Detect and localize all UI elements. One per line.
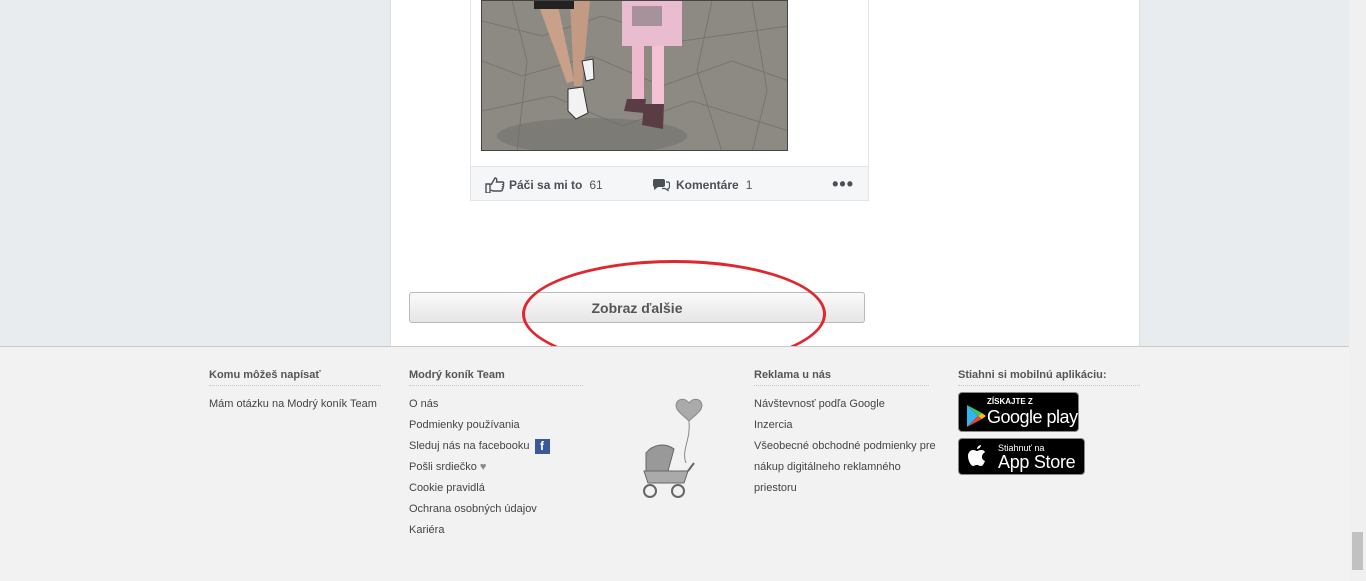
comment-icon (652, 179, 670, 192)
footer-link-facebook-label: Sleduj nás na facebooku (409, 440, 530, 452)
load-more-button[interactable]: Zobraz ďalšie (409, 292, 865, 323)
footer-link-traffic[interactable]: Návštevnosť podľa Google (754, 394, 929, 415)
footer-link-business-terms-3[interactable]: priestoru (754, 478, 929, 499)
stroller-balloon-icon (636, 395, 708, 508)
more-options-button[interactable]: ••• (832, 174, 854, 195)
footer-col-apps: Stiahni si mobilnú aplikáciu: (958, 369, 1140, 394)
comments-count: 1 (745, 177, 753, 192)
post-photo[interactable] (481, 0, 788, 151)
app-store-big-text: App Store (998, 452, 1076, 472)
footer-link-ask-team[interactable]: Mám otázku na Modrý koník Team (209, 394, 381, 415)
footer-col-team-title: Modrý koník Team (409, 369, 583, 386)
comments-label: Komentáre (676, 177, 739, 192)
footer-link-facebook[interactable]: Sleduj nás na facebooku f (409, 436, 583, 457)
post-actions-bar: Páči sa mi to 61 Komentáre 1 ••• (471, 166, 868, 200)
footer-link-privacy[interactable]: Ochrana osobných údajov (409, 499, 583, 520)
google-play-icon (967, 405, 986, 427)
photo-image (482, 1, 787, 150)
footer-col-contact-title: Komu môžeš napísať (209, 369, 381, 386)
like-label: Páči sa mi to (509, 178, 583, 192)
footer-col-contact: Komu môžeš napísať Mám otázku na Modrý k… (209, 369, 381, 415)
footer-link-send-heart[interactable]: Pošli srdiečko ♥ (409, 457, 583, 478)
footer: Komu môžeš napísať Mám otázku na Modrý k… (0, 346, 1349, 581)
footer-link-career[interactable]: Kariéra (409, 520, 583, 541)
apple-icon (968, 445, 985, 466)
footer-col-team: Modrý koník Team O nás Podmienky používa… (409, 369, 583, 541)
scrollbar-thumb[interactable] (1352, 532, 1363, 570)
footer-link-business-terms-2[interactable]: nákup digitálneho reklamného (754, 457, 929, 478)
footer-col-ads: Reklama u nás Návštevnosť podľa Google I… (754, 369, 936, 499)
like-icon (485, 177, 505, 193)
heart-icon: ♥ (479, 461, 487, 473)
footer-link-about[interactable]: O nás (409, 394, 583, 415)
footer-col-ads-title: Reklama u nás (754, 369, 929, 386)
google-play-small-text: ZÍSKAJTE Z (987, 397, 1033, 406)
footer-link-business-terms[interactable]: Všeobecné obchodné podmienky pre (754, 436, 936, 457)
footer-link-cookies[interactable]: Cookie pravidlá (409, 478, 583, 499)
footer-link-advertising[interactable]: Inzercia (754, 415, 929, 436)
app-store-badge[interactable]: Stiahnuť na App Store (958, 438, 1085, 475)
google-play-badge[interactable]: ZÍSKAJTE Z Google play (958, 392, 1079, 432)
like-count: 61 (589, 178, 603, 192)
like-button[interactable]: Páči sa mi to 61 (485, 177, 603, 193)
footer-link-terms[interactable]: Podmienky používania (409, 415, 583, 436)
facebook-icon: f (534, 438, 550, 454)
page-scrollbar[interactable] (1349, 0, 1366, 581)
footer-col-apps-title: Stiahni si mobilnú aplikáciu: (958, 369, 1140, 386)
google-play-big-text: Google play (987, 407, 1078, 427)
footer-link-send-heart-label: Pošli srdiečko (409, 461, 477, 473)
comments-button[interactable]: Komentáre 1 (652, 177, 752, 192)
